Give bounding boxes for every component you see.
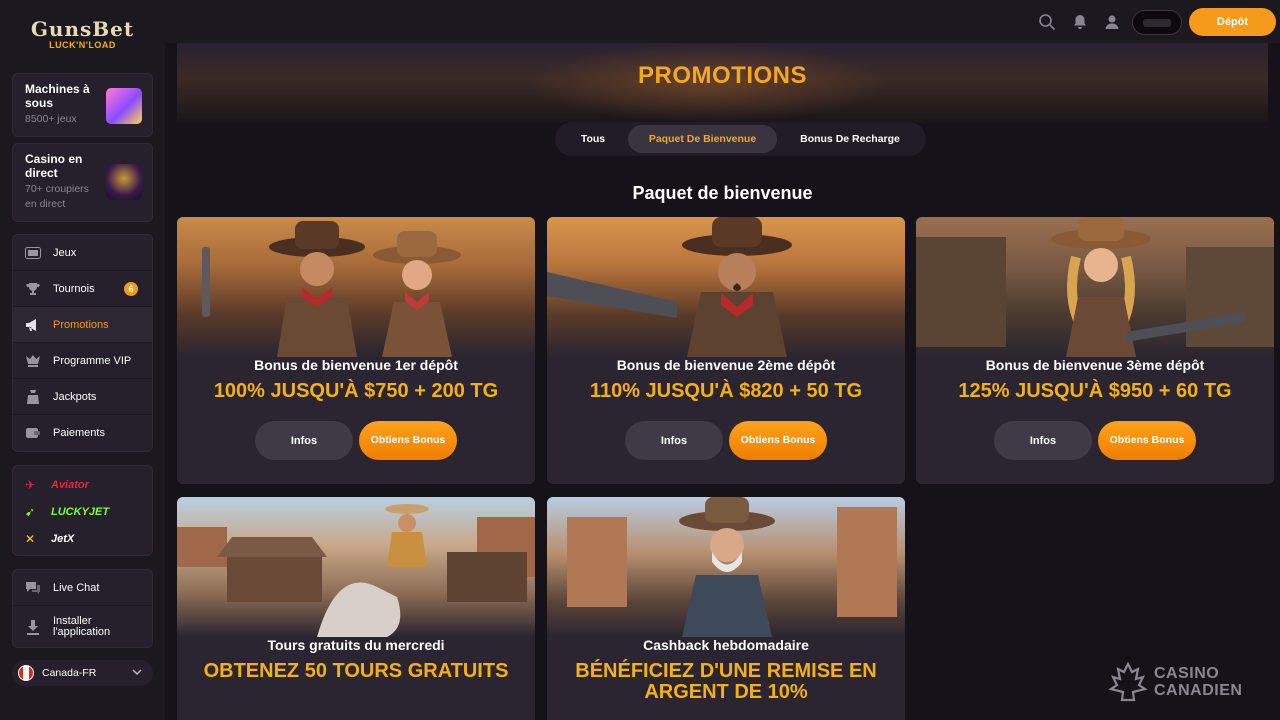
tournament-count-badge: 6 xyxy=(124,281,138,296)
info-button[interactable]: Infos xyxy=(255,421,353,460)
category-title: Casino en direct xyxy=(25,152,83,180)
info-button[interactable]: Infos xyxy=(994,421,1092,460)
sidebar-item-jeux[interactable]: Jeux xyxy=(13,235,152,271)
brand-tagline: LUCK'N'LOAD xyxy=(49,40,116,50)
jackpot-icon xyxy=(25,389,41,405)
promo-offer: 110% JUSQU'À $820 + 50 TG xyxy=(589,380,863,402)
aviator-icon: ✈ xyxy=(25,477,36,492)
tab-bonus-recharge[interactable]: Bonus De Recharge xyxy=(777,125,923,153)
chevron-down-icon xyxy=(131,666,143,681)
sidebar: GunsBet LUCK'N'LOAD Machines à sous 8500… xyxy=(0,0,165,720)
vip-icon xyxy=(25,353,41,369)
sidebar-item-live-chat[interactable]: Live Chat xyxy=(13,570,152,606)
main-content: PROMOTIONS Tous Paquet De Bienvenue Bonu… xyxy=(165,43,1280,720)
promo-card: Bonus de bienvenue 3ème dépôt 125% JUSQU… xyxy=(916,217,1274,484)
sidebar-item-tournois[interactable]: Tournois 6 xyxy=(13,271,152,307)
language-selector[interactable]: Canada-FR xyxy=(12,660,153,686)
promo-image-cowboy-duo xyxy=(177,217,535,357)
watermark-line2: CANADIEN xyxy=(1154,682,1243,699)
download-icon xyxy=(25,619,41,635)
promo-image-horse-rider xyxy=(177,497,535,637)
sidebar-item-label: Live Chat xyxy=(53,581,100,594)
promo-offer: 125% JUSQU'À $950 + 60 TG xyxy=(958,380,1232,402)
tab-paquet-bienvenue[interactable]: Paquet De Bienvenue xyxy=(628,125,777,153)
sidebar-item-label: Tournois xyxy=(53,282,95,295)
sidebar-item-paiements[interactable]: Paiements xyxy=(13,415,152,451)
gamepad-icon xyxy=(25,245,41,261)
live-casino-thumbnail xyxy=(106,164,142,200)
promo-card: Bonus de bienvenue 2ème dépôt 110% JUSQU… xyxy=(547,217,905,484)
balance-display[interactable] xyxy=(1132,10,1182,35)
game-label: JetX xyxy=(51,532,75,545)
section-title: Paquet de bienvenue xyxy=(632,183,813,203)
promo-card: Tours gratuits du mercredi OBTENEZ 50 TO… xyxy=(177,497,535,720)
deposit-button[interactable]: Dépôt xyxy=(1189,8,1276,36)
category-subtitle: 8500+ jeux xyxy=(25,113,77,125)
info-button[interactable]: Infos xyxy=(625,421,723,460)
slots-thumbnail xyxy=(106,88,142,124)
promo-card: Cashback hebdomadaire BÉNÉFICIEZ D'UNE R… xyxy=(547,497,905,720)
sidebar-item-install-app[interactable]: Installer l'application xyxy=(13,606,152,648)
brand-logo[interactable]: GunsBet LUCK'N'LOAD xyxy=(30,18,135,58)
user-icon[interactable] xyxy=(1103,13,1121,31)
sidebar-item-jackpots[interactable]: Jackpots xyxy=(13,379,152,415)
sidebar-nav: Jeux Tournois 6 Promotions Programme VIP… xyxy=(12,234,153,452)
promo-offer: BÉNÉFICIEZ D'UNE REMISE EN ARGENT DE 10% xyxy=(575,660,877,703)
sidebar-item-label: Promotions xyxy=(53,318,109,331)
promo-title: Bonus de bienvenue 3ème dépôt xyxy=(985,357,1205,373)
get-bonus-button[interactable]: Obtiens Bonus xyxy=(729,421,827,460)
promo-title: Cashback hebdomadaire xyxy=(643,637,809,653)
promo-offer: 100% JUSQU'À $750 + 200 TG xyxy=(213,380,499,402)
sidebar-item-label: Installer l'application xyxy=(53,615,111,638)
game-label: LUCKYJET xyxy=(51,505,110,518)
game-link-jetx[interactable]: ✕ JetX xyxy=(13,525,152,552)
wallet-icon xyxy=(25,425,41,441)
search-icon[interactable] xyxy=(1038,13,1056,31)
trophy-icon xyxy=(25,281,41,297)
category-live-casino[interactable]: Casino en direct 70+ croupiers en direct xyxy=(12,143,153,222)
sidebar-item-label: Programme VIP xyxy=(53,354,132,367)
category-slots[interactable]: Machines à sous 8500+ jeux xyxy=(12,73,153,137)
sidebar-item-vip[interactable]: Programme VIP xyxy=(13,343,152,379)
watermark-line1: CASINO xyxy=(1154,665,1220,682)
tab-tous[interactable]: Tous xyxy=(558,125,628,153)
promo-tabs: Tous Paquet De Bienvenue Bonus De Rechar… xyxy=(555,122,926,156)
promo-title: Bonus de bienvenue 1er dépôt xyxy=(254,357,458,373)
promo-image-cowgirl xyxy=(916,217,1274,357)
promo-image-gunslinger xyxy=(547,217,905,357)
brand-name: GunsBet xyxy=(30,17,135,41)
canada-flag-icon xyxy=(18,665,34,681)
get-bonus-button[interactable]: Obtiens Bonus xyxy=(359,421,457,460)
balance-hidden xyxy=(1143,19,1171,27)
megaphone-icon xyxy=(25,317,41,333)
language-label: Canada-FR xyxy=(42,667,97,679)
get-bonus-button[interactable]: Obtiens Bonus xyxy=(1098,421,1196,460)
promo-offer: OBTENEZ 50 TOURS GRATUITS xyxy=(203,660,509,682)
sidebar-games: ✈ Aviator ➹ LUCKYJET ✕ JetX xyxy=(12,465,153,556)
promo-card: Bonus de bienvenue 1er dépôt 100% JUSQU'… xyxy=(177,217,535,484)
game-label: Aviator xyxy=(51,478,89,491)
casino-canadien-watermark: CASINO CANADIEN xyxy=(1108,661,1258,702)
maple-leaf-icon xyxy=(1108,661,1148,707)
chat-icon xyxy=(25,580,41,596)
bell-icon[interactable] xyxy=(1071,13,1089,31)
promo-image-old-cowboy xyxy=(547,497,905,637)
sidebar-item-label: Jackpots xyxy=(53,390,97,403)
top-header: Dépôt xyxy=(165,0,1280,43)
luckyjet-icon: ➹ xyxy=(25,504,36,519)
category-subtitle: 70+ croupiers en direct xyxy=(25,183,89,210)
hero-banner: PROMOTIONS xyxy=(177,43,1268,123)
sidebar-item-label: Jeux xyxy=(53,246,77,259)
game-link-aviator[interactable]: ✈ Aviator xyxy=(13,471,152,498)
game-link-luckyjet[interactable]: ➹ LUCKYJET xyxy=(13,498,152,525)
sidebar-item-promotions[interactable]: Promotions xyxy=(13,307,152,343)
promo-title: Tours gratuits du mercredi xyxy=(267,637,445,653)
jetx-icon: ✕ xyxy=(25,531,36,546)
promo-title: Bonus de bienvenue 2ème dépôt xyxy=(616,357,836,373)
page-title: PROMOTIONS xyxy=(637,62,807,89)
sidebar-item-label: Paiements xyxy=(53,427,105,439)
category-title: Machines à sous xyxy=(25,82,90,110)
sidebar-support: Live Chat Installer l'application xyxy=(12,569,153,648)
